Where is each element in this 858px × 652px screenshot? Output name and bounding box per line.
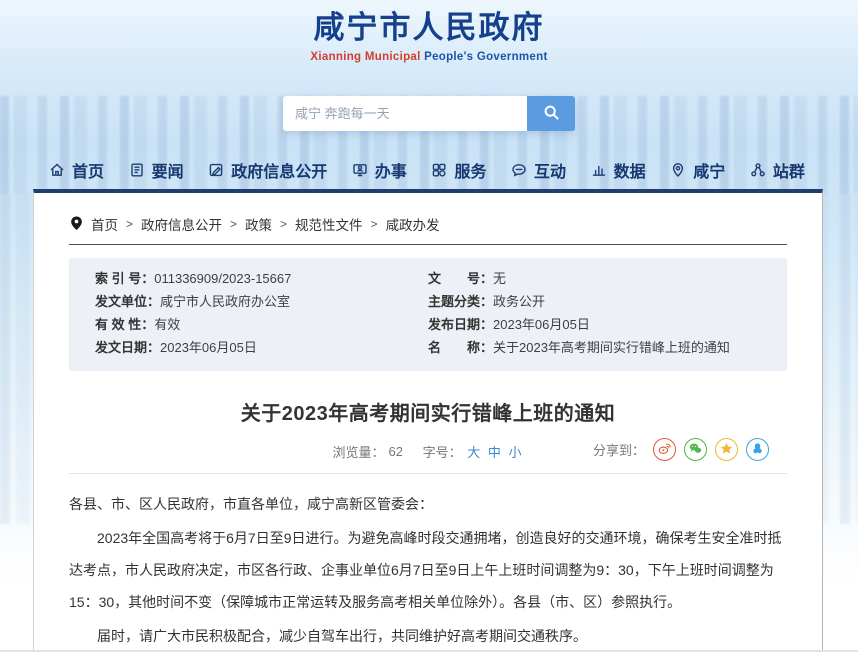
monitor-icon [352,162,368,178]
nav-item-gov-info-disclosure[interactable]: 政府信息公开 [208,158,327,182]
fontsize-medium-button[interactable]: 中 [488,445,501,460]
share-weibo-button[interactable] [653,438,676,461]
article-meta-row: 浏览量： 62 字号： 大 中 小 分享到： [69,442,787,474]
meta-row-title: 名 称： 关于2023年高考期间实行错峰上班的通知 [428,340,761,356]
breadcrumb-link-home[interactable]: 首页 [91,214,118,234]
site-title: 咸宁市人民政府 [0,2,858,47]
chat-bubble-icon [511,162,527,178]
site-subtitle-red: Xianning Municipal [310,51,420,63]
nav-item-data[interactable]: 数据 [591,158,646,182]
fontsize-small-button[interactable]: 小 [509,445,522,460]
nav-item-news[interactable]: 要闻 [129,158,184,182]
search-bar [283,96,575,131]
article-salutation: 各县、市、区人民政府，市直各单位，咸宁高新区管委会： [69,488,787,520]
view-count-value: 62 [388,444,402,459]
document-meta-box: 索 引 号： 011336909/2023-15667 发文单位： 咸宁市人民政… [69,258,787,371]
search-icon [543,104,560,124]
grid-icon [431,162,447,178]
breadcrumb-separator: > [280,217,287,231]
nav-label: 数据 [614,158,646,182]
share-qq-button[interactable] [746,438,769,461]
breadcrumb: 首页 > 政府信息公开 > 政策 > 规范性文件 > 咸政办发 [69,214,787,234]
home-icon [49,162,65,178]
article-paragraph: 2023年全国高考将于6月7日至9日进行。为避免高峰时段交通拥堵，创造良好的交通… [69,522,787,618]
breadcrumb-separator: > [230,217,237,231]
bar-chart-icon [591,162,607,178]
article-paragraph: 届时，请广大市民积极配合，减少自驾车出行，共同维护好高考期间交通秩序。 [69,620,787,652]
nav-item-xianning[interactable]: 咸宁 [670,158,725,182]
breadcrumb-divider [69,244,787,245]
edit-document-icon [208,162,224,178]
search-input[interactable] [283,96,527,131]
site-header: 咸宁市人民政府 Xianning Municipal People's Gove… [0,0,858,131]
nav-item-interaction[interactable]: 互动 [511,158,566,182]
fontsize-label: 字号： [423,445,462,460]
breadcrumb-separator: > [371,217,378,231]
share-bar: 分享到： [593,438,769,461]
share-qzone-star-icon-button[interactable] [715,438,738,461]
article-body: 各县、市、区人民政府，市直各单位，咸宁高新区管委会： 2023年全国高考将于6月… [69,488,787,652]
share-wechat-button[interactable] [684,438,707,461]
nav-label: 互动 [534,158,566,182]
meta-row-publish-date: 发布日期： 2023年06月05日 [428,317,761,333]
nav-label: 要闻 [152,158,184,182]
article-title: 关于2023年高考期间实行错峰上班的通知 [69,397,787,426]
meta-row-doc-number: 文 号： 无 [428,271,761,287]
main-nav: 首页 要闻 政府信息公开 [33,152,823,188]
fontsize-large-button[interactable]: 大 [467,445,480,460]
qzone-star-icon [720,442,733,458]
weibo-icon [658,442,671,458]
doc-meta-left-column: 索 引 号： 011336909/2023-15667 发文单位： 咸宁市人民政… [95,271,428,363]
site-subtitle: Xianning Municipal People's Government [0,51,858,63]
nav-item-services[interactable]: 服务 [431,158,486,182]
news-icon [129,162,145,178]
site-subtitle-blue: People's Government [424,51,547,63]
nav-item-home[interactable]: 首页 [49,158,104,182]
nav-label: 办事 [375,158,407,182]
nav-label: 站群 [773,158,805,182]
view-count: 浏览量： 62 [332,442,402,461]
nav-label: 首页 [72,158,104,182]
meta-row-issuing-unit: 发文单位： 咸宁市人民政府办公室 [95,294,428,310]
breadcrumb-pin-icon [69,215,84,234]
wechat-icon [689,442,702,458]
content-panel: 首页 > 政府信息公开 > 政策 > 规范性文件 > 咸政办发 索 引 号： 0… [33,189,823,650]
meta-row-index-number: 索 引 号： 011336909/2023-15667 [95,271,428,287]
breadcrumb-link-normative-docs[interactable]: 规范性文件 [295,214,363,234]
doc-meta-right-column: 文 号： 无 主题分类： 政务公开 发布日期： 2023年06月05日 名 称：… [428,271,761,363]
meta-row-validity: 有 效 性： 有效 [95,317,428,333]
breadcrumb-link-gov-info[interactable]: 政府信息公开 [141,214,222,234]
qq-icon [751,442,764,458]
nav-item-affairs[interactable]: 办事 [352,158,407,182]
meta-row-topic-category: 主题分类： 政务公开 [428,294,761,310]
nav-label: 政府信息公开 [231,158,327,182]
sitemap-icon [750,162,766,178]
breadcrumb-link-current[interactable]: 咸政办发 [386,214,440,234]
search-button[interactable] [527,96,575,131]
breadcrumb-link-policy[interactable]: 政策 [245,214,272,234]
location-pin-icon [670,162,686,178]
share-label: 分享到： [593,440,645,459]
breadcrumb-separator: > [126,217,133,231]
nav-label: 咸宁 [693,158,725,182]
meta-row-issue-date: 发文日期： 2023年06月05日 [95,340,428,356]
nav-item-site-group[interactable]: 站群 [750,158,805,182]
page: 咸宁市人民政府 Xianning Municipal People's Gove… [0,0,858,652]
nav-label: 服务 [454,158,486,182]
